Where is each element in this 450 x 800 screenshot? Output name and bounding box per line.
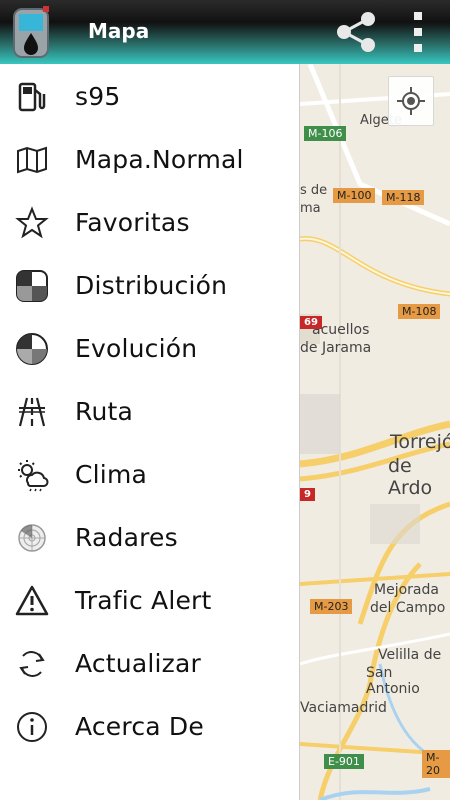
menu-item-actualizar[interactable]: Actualizar — [0, 632, 300, 695]
menu-item-label: Favoritas — [75, 208, 190, 237]
menu-item-s95[interactable]: s95 — [0, 65, 300, 128]
menu-item-label: Actualizar — [75, 649, 201, 678]
map-icon — [14, 142, 50, 178]
town-velilla-1: Velilla de — [378, 647, 442, 663]
overflow-menu-icon[interactable] — [406, 10, 430, 54]
road-label-m108: M-108 — [398, 304, 441, 319]
fuel-pump-icon — [14, 79, 50, 115]
road-label-e901: E-901 — [324, 754, 364, 769]
station-marker[interactable]: 9 — [300, 488, 315, 501]
road-label-m203: M-203 — [310, 599, 353, 614]
road-icon — [14, 394, 50, 430]
menu-item-favoritas[interactable]: Favoritas — [0, 191, 300, 254]
menu-item-label: Ruta — [75, 397, 134, 426]
evolution-chart-icon — [14, 331, 50, 367]
app-logo-icon[interactable] — [8, 3, 54, 61]
menu-item-radares[interactable]: Radares — [0, 506, 300, 569]
page-title: Mapa — [88, 19, 150, 43]
menu-item-label: Acerca De — [75, 712, 204, 741]
menu-item-label: Clima — [75, 460, 148, 489]
menu-item-label: Radares — [75, 523, 178, 552]
warning-icon — [14, 583, 50, 619]
menu-item-label: Evolución — [75, 334, 198, 363]
menu-item-ruta[interactable]: Ruta — [0, 380, 300, 443]
menu-item-acerca-de[interactable]: Acerca De — [0, 695, 300, 758]
menu-item-trafic-alert[interactable]: Trafic Alert — [0, 569, 300, 632]
road-label-m118: M-118 — [382, 190, 425, 205]
road-label-m106: M-106 — [304, 126, 347, 141]
menu-item-label: s95 — [75, 82, 121, 111]
navigation-drawer: s95 Mapa.Normal Favoritas Distribución E… — [0, 64, 300, 800]
info-icon — [14, 709, 50, 745]
menu-item-distribucion[interactable]: Distribución — [0, 254, 300, 317]
map-view[interactable]: M-106 M-100 M-118 M-108 M-203 E-901 M-20… — [300, 64, 450, 800]
app-bar: Mapa — [0, 0, 450, 64]
station-marker[interactable]: 69 — [300, 316, 322, 329]
menu-item-evolucion[interactable]: Evolución — [0, 317, 300, 380]
road-label-m20: M-20 — [422, 750, 450, 778]
crosshair-icon — [397, 87, 425, 115]
town-mejorada-1: Mejorada — [374, 582, 439, 598]
star-icon — [14, 205, 50, 241]
refresh-icon — [14, 646, 50, 682]
town-velilla-2: San Antonio — [366, 665, 420, 698]
town-fragment-ma: ma — [300, 201, 321, 216]
town-torrejon-1: Torrejó — [390, 431, 450, 453]
weather-icon — [14, 457, 50, 493]
menu-item-label: Distribución — [75, 271, 228, 300]
my-location-button[interactable] — [388, 76, 434, 126]
menu-item-label: Mapa.Normal — [75, 145, 244, 174]
town-vaciamadrid: Vaciamadrid — [300, 700, 387, 716]
town-torrejon-2: de Ardo — [388, 455, 433, 499]
distribution-chart-icon — [14, 268, 50, 304]
town-paracuellos-2: de Jarama — [300, 340, 372, 356]
town-mejorada-2: del Campo — [370, 600, 446, 616]
town-fragment-de: s de — [300, 183, 328, 198]
radar-icon — [14, 520, 50, 556]
menu-item-mapa-normal[interactable]: Mapa.Normal — [0, 128, 300, 191]
menu-item-clima[interactable]: Clima — [0, 443, 300, 506]
menu-item-label: Trafic Alert — [75, 586, 212, 615]
road-label-m100: M-100 — [333, 188, 376, 203]
share-icon[interactable] — [330, 8, 382, 56]
